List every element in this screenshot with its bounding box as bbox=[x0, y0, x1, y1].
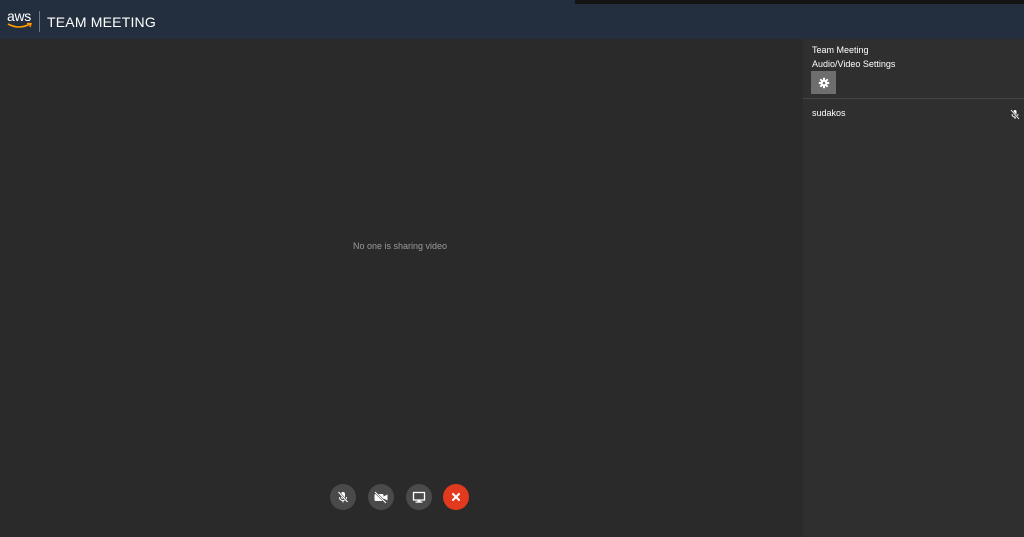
toggle-video-button[interactable] bbox=[368, 484, 394, 510]
aws-logo-text: aws bbox=[7, 8, 31, 24]
aws-logo: aws bbox=[7, 9, 33, 31]
header-divider bbox=[39, 11, 40, 32]
meeting-sidebar: Team Meeting Audio/Video Settings sudako… bbox=[803, 39, 1024, 537]
aws-smile-icon bbox=[7, 22, 32, 28]
mic-muted-icon bbox=[1010, 109, 1020, 120]
mute-microphone-button[interactable] bbox=[330, 484, 356, 510]
video-stage: No one is sharing video bbox=[0, 39, 803, 537]
page-title: TEAM MEETING bbox=[47, 14, 156, 30]
monitor-icon bbox=[412, 491, 426, 503]
attendee-name: sudakos bbox=[812, 108, 846, 118]
top-strip bbox=[575, 0, 1024, 4]
end-meeting-button[interactable] bbox=[443, 484, 469, 510]
share-screen-button[interactable] bbox=[406, 484, 432, 510]
no-video-message: No one is sharing video bbox=[352, 241, 448, 251]
sidebar-divider bbox=[803, 98, 1024, 99]
meeting-title: Team Meeting bbox=[812, 45, 869, 55]
attendee-mic-status bbox=[1010, 107, 1020, 125]
gear-icon bbox=[818, 77, 829, 88]
close-icon bbox=[452, 493, 460, 501]
audio-video-settings-button[interactable] bbox=[811, 71, 836, 94]
settings-label: Audio/Video Settings bbox=[812, 59, 896, 69]
mic-muted-icon bbox=[337, 491, 349, 503]
top-header: aws TEAM MEETING bbox=[0, 0, 1024, 39]
video-off-icon bbox=[374, 491, 388, 504]
